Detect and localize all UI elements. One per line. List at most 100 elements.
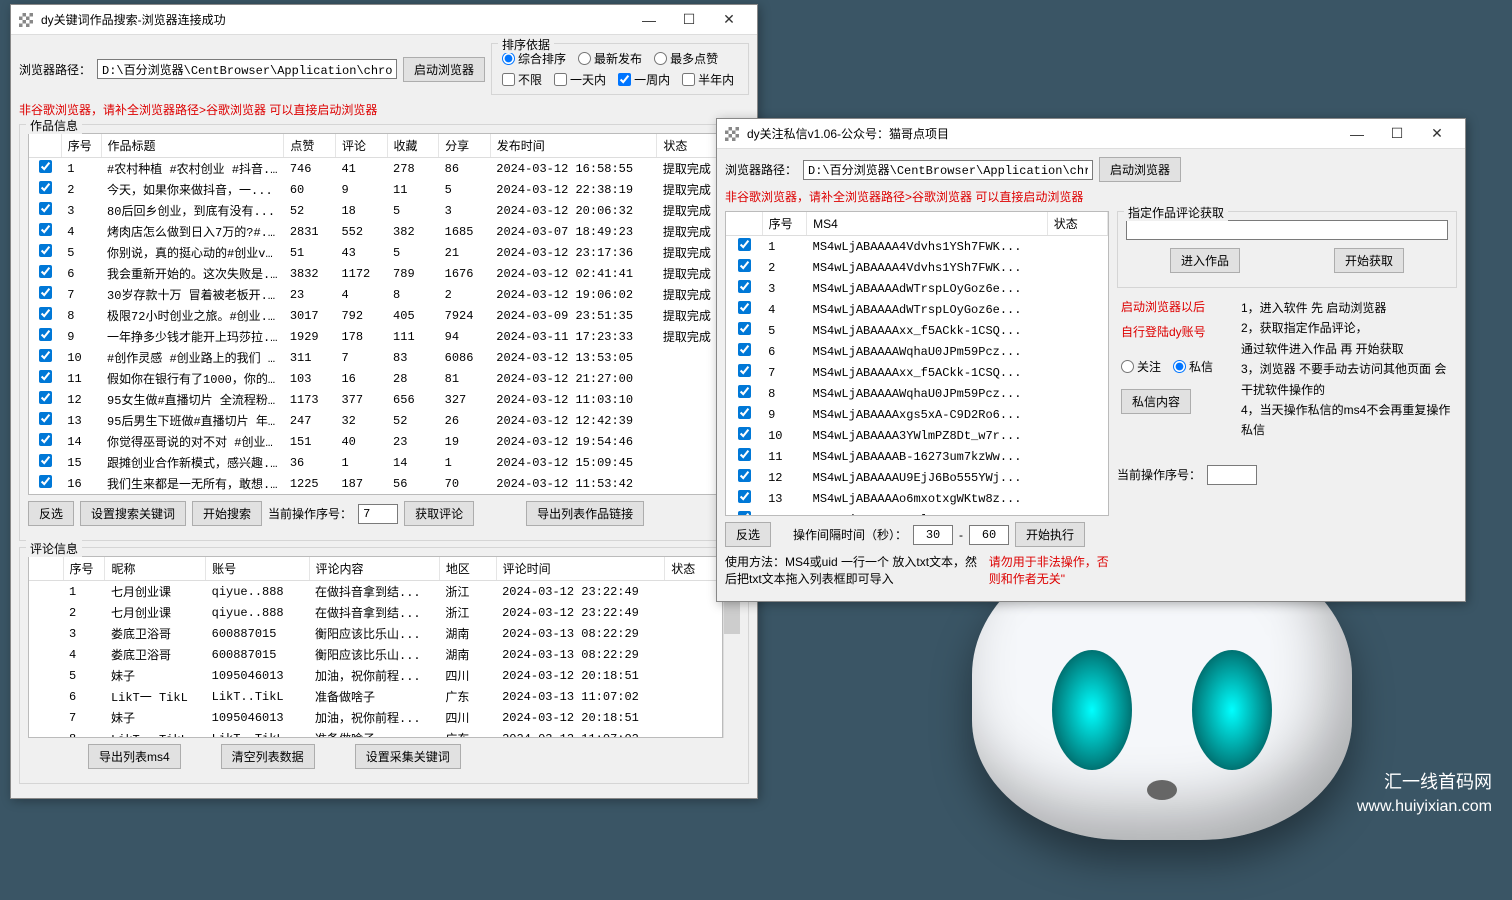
invert-selection-button[interactable]: 反选 [725,522,771,547]
titlebar[interactable]: dy关注私信v1.06-公众号：猫哥点项目 — ☐ ✕ [717,119,1465,149]
row-checkbox[interactable] [39,391,52,404]
work-url-input[interactable] [1126,220,1448,240]
row-checkbox[interactable] [738,490,751,503]
table-row[interactable]: 1七月创业课qiyue..888在做抖音拿到结...浙江2024-03-12 2… [29,581,722,603]
table-row[interactable]: 7MS4wLjABAAAAxx_f5ACkk-1CSQ... [726,362,1108,383]
row-checkbox[interactable] [738,301,751,314]
get-comments-button[interactable]: 获取评论 [404,501,474,526]
works-table[interactable]: 序号作品标题点赞评论收藏分享发布时间状态 1#农村种植 #农村创业 #抖音...… [28,133,723,495]
comments-table[interactable]: 序号昵称账号评论内容地区评论时间状态 1七月创业课qiyue..888在做抖音拿… [28,556,723,738]
invert-selection-button[interactable]: 反选 [28,501,74,526]
row-checkbox[interactable] [738,238,751,251]
time-filter-check[interactable]: 一天内 [554,71,606,88]
minimize-button[interactable]: — [629,6,669,34]
row-checkbox[interactable] [738,259,751,272]
sort-radio[interactable]: 最多点赞 [654,50,718,67]
table-row[interactable]: 4娄底卫浴哥600887015衡阳应该比乐山...湖南2024-03-13 08… [29,644,722,665]
maximize-button[interactable]: ☐ [669,6,709,34]
row-checkbox[interactable] [39,412,52,425]
maximize-button[interactable]: ☐ [1377,120,1417,148]
row-checkbox[interactable] [39,433,52,446]
clear-list-button[interactable]: 清空列表数据 [221,744,315,769]
row-checkbox[interactable] [39,202,52,215]
row-checkbox[interactable] [738,511,751,516]
table-row[interactable]: 12MS4wLjABAAAAU9EjJ6Bo555YWj... [726,467,1108,488]
row-checkbox[interactable] [39,286,52,299]
table-row[interactable]: 14MS4wLjABAAAA3YWlmPZ8Dt_w7r... [726,509,1108,516]
table-row[interactable]: 6我会重新开始的。这次失败是...3832117278916762024-03-… [29,263,722,284]
set-keyword-button[interactable]: 设置搜索关键词 [80,501,186,526]
row-checkbox[interactable] [39,244,52,257]
close-button[interactable]: ✕ [1417,120,1457,148]
enter-work-button[interactable]: 进入作品 [1170,248,1240,273]
table-row[interactable]: 3MS4wLjABAAAAdWTrspLOyGoz6e... [726,278,1108,299]
table-row[interactable]: 5你别说，真的挺心动的#创业vlog51435212024-03-12 23:1… [29,242,722,263]
table-row[interactable]: 11MS4wLjABAAAAB-16273um7kzWw... [726,446,1108,467]
table-row[interactable]: 4MS4wLjABAAAAdWTrspLOyGoz6e... [726,299,1108,320]
msg-content-button[interactable]: 私信内容 [1121,389,1191,414]
launch-browser-button[interactable]: 启动浏览器 [1099,157,1181,182]
table-row[interactable]: 13MS4wLjABAAAAo6mxotxgWKtw8z... [726,488,1108,509]
start-fetch-button[interactable]: 开始获取 [1334,248,1404,273]
current-op-input[interactable] [1207,465,1257,485]
table-row[interactable]: 8MS4wLjABAAAAWqhaU0JPm59Pcz... [726,383,1108,404]
row-checkbox[interactable] [39,328,52,341]
row-checkbox[interactable] [39,160,52,173]
table-row[interactable]: 14你觉得巫哥说的对不对 #创业...1514023192024-03-12 1… [29,431,722,452]
table-row[interactable]: 6LikT一 TikLLikT..TikL准备做啥子广东2024-03-13 1… [29,686,722,707]
table-row[interactable]: 10MS4wLjABAAAA3YWlmPZ8Dt_w7r... [726,425,1108,446]
row-checkbox[interactable] [39,454,52,467]
table-row[interactable]: 2今天，如果你来做抖音，一...6091152024-03-12 22:38:1… [29,179,722,200]
table-row[interactable]: 1395后男生下班做#直播切片 年...2473252262024-03-12 … [29,410,722,431]
table-row[interactable]: 1295女生做#直播切片 全流程粉...11733776563272024-03… [29,389,722,410]
follow-radio[interactable]: 关注 [1121,358,1161,375]
table-row[interactable]: 7妹子1095046013加油，祝你前程...四川2024-03-12 20:1… [29,707,722,728]
table-row[interactable]: 730岁存款十万 冒着被老板开...234822024-03-12 19:06:… [29,284,722,305]
table-row[interactable]: 10#创作灵感 #创业路上的我们 ...31178360862024-03-12… [29,347,722,368]
time-filter-check[interactable]: 半年内 [682,71,734,88]
row-checkbox[interactable] [39,349,52,362]
row-checkbox[interactable] [39,475,52,488]
start-execute-button[interactable]: 开始执行 [1015,522,1085,547]
row-checkbox[interactable] [39,265,52,278]
table-row[interactable]: 1MS4wLjABAAAA4Vdvhs1YSh7FWK... [726,236,1108,258]
launch-browser-button[interactable]: 启动浏览器 [403,57,485,82]
table-row[interactable]: 9MS4wLjABAAAAxgs5xA-C9D2Ro6... [726,404,1108,425]
export-ms4-button[interactable]: 导出列表ms4 [88,744,181,769]
row-checkbox[interactable] [39,307,52,320]
row-checkbox[interactable] [738,322,751,335]
interval-to-input[interactable] [969,525,1009,545]
table-row[interactable]: 11假如你在银行有了1000，你的...1031628812024-03-12 … [29,368,722,389]
table-row[interactable]: 2七月创业课qiyue..888在做抖音拿到结...浙江2024-03-12 2… [29,602,722,623]
time-filter-check[interactable]: 一周内 [618,71,670,88]
sort-radio[interactable]: 最新发布 [578,50,642,67]
interval-from-input[interactable] [913,525,953,545]
row-checkbox[interactable] [738,280,751,293]
table-row[interactable]: 8LikT一 TikLLikT..TikL准备做啥子广东2024-03-13 1… [29,728,722,738]
titlebar[interactable]: dy关键词作品搜索-浏览器连接成功 — ☐ ✕ [11,5,757,35]
row-checkbox[interactable] [738,385,751,398]
table-row[interactable]: 6MS4wLjABAAAAWqhaU0JPm59Pcz... [726,341,1108,362]
ms4-table[interactable]: 序号MS4状态 1MS4wLjABAAAA4Vdvhs1YSh7FWK...2M… [725,211,1109,516]
browser-path-input[interactable] [803,160,1093,180]
table-row[interactable]: 16我们生来都是一无所有，敢想...122518756702024-03-12 … [29,473,722,494]
dm-radio[interactable]: 私信 [1173,358,1213,375]
row-checkbox[interactable] [738,406,751,419]
table-row[interactable]: 380后回乡创业，到底有没有...5218532024-03-12 20:06:… [29,200,722,221]
export-works-button[interactable]: 导出列表作品链接 [526,501,644,526]
time-filter-check[interactable]: 不限 [502,71,542,88]
browser-path-input[interactable] [97,59,397,79]
current-op-input[interactable] [358,504,398,524]
table-row[interactable]: 3娄底卫浴哥600887015衡阳应该比乐山...湖南2024-03-13 08… [29,623,722,644]
set-collect-keyword-button[interactable]: 设置采集关键词 [355,744,461,769]
table-row[interactable]: 8极限72小时创业之旅。#创业...301779240579242024-03-… [29,305,722,326]
close-button[interactable]: ✕ [709,6,749,34]
row-checkbox[interactable] [738,343,751,356]
table-row[interactable]: 2MS4wLjABAAAA4Vdvhs1YSh7FWK... [726,257,1108,278]
table-row[interactable]: 5妹子1095046013加油，祝你前程...四川2024-03-12 20:1… [29,665,722,686]
row-checkbox[interactable] [39,370,52,383]
table-row[interactable]: 1#农村种植 #农村创业 #抖音...74641278862024-03-12 … [29,158,722,180]
row-checkbox[interactable] [738,364,751,377]
row-checkbox[interactable] [39,181,52,194]
row-checkbox[interactable] [738,448,751,461]
